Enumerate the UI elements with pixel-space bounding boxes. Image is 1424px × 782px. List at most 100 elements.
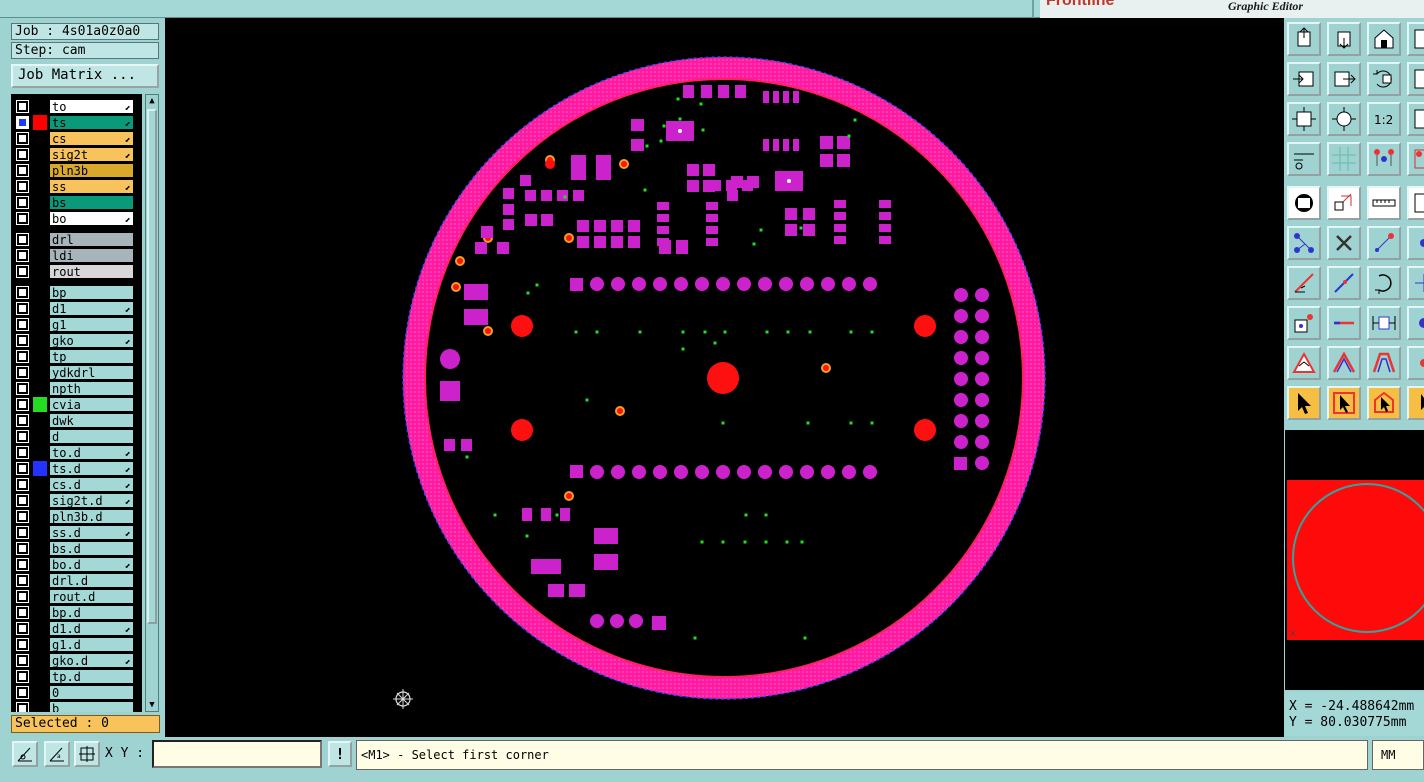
grid-button[interactable]: [1327, 142, 1361, 176]
layer-name[interactable]: 0: [49, 685, 134, 700]
layer-checkbox[interactable]: [16, 478, 29, 491]
layer-row[interactable]: 0: [11, 685, 142, 700]
layer-row[interactable]: pln3b: [11, 163, 142, 178]
layer-row[interactable]: ss.d ⬋: [11, 525, 142, 540]
dimension-2-button[interactable]: [1407, 306, 1424, 340]
layer-row[interactable]: d1 ⬋: [11, 301, 142, 316]
pad-button[interactable]: [1287, 186, 1321, 220]
layer-row[interactable]: dwk: [11, 413, 142, 428]
dimension-button[interactable]: [1367, 306, 1401, 340]
zoom-left-button[interactable]: [1287, 62, 1321, 96]
layer-checkbox[interactable]: [16, 132, 29, 145]
layer-checkbox[interactable]: [16, 265, 29, 278]
layer-checkbox[interactable]: [16, 318, 29, 331]
layer-name[interactable]: bo ⬋: [49, 211, 134, 226]
layer-name[interactable]: ldi: [49, 248, 134, 263]
pointer-button[interactable]: [1287, 386, 1321, 420]
layer-name[interactable]: b: [49, 701, 134, 712]
layer-name[interactable]: sig2t ⬋: [49, 147, 134, 162]
layer-row[interactable]: drl: [11, 232, 142, 247]
layer-row[interactable]: tp: [11, 349, 142, 364]
layer-name[interactable]: ts.d ⬋: [49, 461, 134, 476]
layer-row[interactable]: ldi: [11, 248, 142, 263]
fit-zoom-button[interactable]: [1287, 102, 1321, 136]
layer-checkbox[interactable]: [16, 542, 29, 555]
zoom-right-button[interactable]: [1327, 62, 1361, 96]
layer-name[interactable]: cvia: [49, 397, 134, 412]
layer-checkbox[interactable]: [16, 622, 29, 635]
layer-name[interactable]: tp: [49, 349, 134, 364]
layer-checkbox[interactable]: [16, 302, 29, 315]
pointer-box-button[interactable]: [1327, 386, 1361, 420]
scroll-up-icon[interactable]: ▲: [147, 95, 157, 107]
layer-name[interactable]: d1.d ⬋: [49, 621, 134, 636]
xy-input[interactable]: [152, 740, 322, 768]
layer-name[interactable]: d1 ⬋: [49, 301, 134, 316]
layer-name[interactable]: rout: [49, 264, 134, 279]
layer-checkbox[interactable]: [16, 350, 29, 363]
pointer-shape-button[interactable]: [1367, 386, 1401, 420]
layer-row[interactable]: ts.d ⬋: [11, 461, 142, 476]
layer-name[interactable]: bp: [49, 285, 134, 300]
point-box-button[interactable]: [1287, 306, 1321, 340]
layer-row[interactable]: to.d ⬋: [11, 445, 142, 460]
slash-button[interactable]: [1327, 266, 1361, 300]
layer-name[interactable]: to ⬋: [49, 99, 134, 114]
layer-name[interactable]: ss.d ⬋: [49, 525, 134, 540]
arch-2-button[interactable]: [1407, 346, 1424, 380]
arc-button[interactable]: [1367, 266, 1401, 300]
layer-checkbox[interactable]: [16, 180, 29, 193]
overview-preview[interactable]: ×: [1285, 430, 1424, 690]
layer-row[interactable]: drl.d: [11, 573, 142, 588]
layer-checkbox[interactable]: [16, 606, 29, 619]
layer-name[interactable]: ts ⬋: [49, 115, 134, 130]
layer-list-scrollbar[interactable]: ▲ ▼: [145, 94, 159, 712]
layer-row[interactable]: bp: [11, 285, 142, 300]
layer-checkbox[interactable]: [16, 196, 29, 209]
snap-mode-button[interactable]: [12, 741, 38, 767]
layer-name[interactable]: ydkdrl: [49, 365, 134, 380]
layer-name[interactable]: gko.d ⬋: [49, 653, 134, 668]
layer-checkbox[interactable]: [16, 366, 29, 379]
layer-name[interactable]: bp.d: [49, 605, 134, 620]
units-button[interactable]: MM: [1372, 740, 1424, 770]
layer-row[interactable]: ydkdrl: [11, 365, 142, 380]
layer-name[interactable]: tp.d: [49, 669, 134, 684]
scroll-down-icon[interactable]: ▼: [147, 699, 157, 711]
polygon-button[interactable]: [1327, 186, 1361, 220]
layer-row[interactable]: pln3b.d: [11, 509, 142, 524]
layer-row[interactable]: g1: [11, 317, 142, 332]
layer-checkbox[interactable]: [16, 446, 29, 459]
layer-row[interactable]: rout.d: [11, 589, 142, 604]
layer-row[interactable]: npth: [11, 381, 142, 396]
layer-row[interactable]: ss ⬋: [11, 179, 142, 194]
layer-checkbox[interactable]: [16, 430, 29, 443]
center-zoom-button[interactable]: [1327, 102, 1361, 136]
layer-name[interactable]: bs.d: [49, 541, 134, 556]
layer-row[interactable]: gko ⬋: [11, 333, 142, 348]
layer-row[interactable]: rout: [11, 264, 142, 279]
arch-button[interactable]: [1367, 346, 1401, 380]
layer-checkbox[interactable]: [16, 558, 29, 571]
layer-name[interactable]: pln3b: [49, 163, 134, 178]
angle-button[interactable]: [1287, 266, 1321, 300]
layer-checkbox[interactable]: [16, 286, 29, 299]
layer-name[interactable]: drl.d: [49, 573, 134, 588]
line-point-button[interactable]: [1367, 226, 1401, 260]
layer-row[interactable]: cs.d ⬋: [11, 477, 142, 492]
layer-checkbox[interactable]: [16, 494, 29, 507]
layer-name[interactable]: to.d ⬋: [49, 445, 134, 460]
layer-checkbox[interactable]: [16, 233, 29, 246]
line-h-button[interactable]: [1327, 306, 1361, 340]
layer-row[interactable]: g1.d: [11, 637, 142, 652]
job-matrix-button[interactable]: Job Matrix ...: [11, 64, 159, 88]
exclamation-button[interactable]: !: [328, 741, 352, 767]
layer-row[interactable]: bs.d: [11, 541, 142, 556]
home-window-button[interactable]: [1287, 22, 1321, 56]
layer-name[interactable]: dwk: [49, 413, 134, 428]
layer-checkbox[interactable]: [16, 398, 29, 411]
connect-button[interactable]: [1287, 226, 1321, 260]
window-button[interactable]: [1407, 22, 1424, 56]
layer-checkbox[interactable]: [16, 702, 29, 712]
layer-name[interactable]: bs: [49, 195, 134, 210]
